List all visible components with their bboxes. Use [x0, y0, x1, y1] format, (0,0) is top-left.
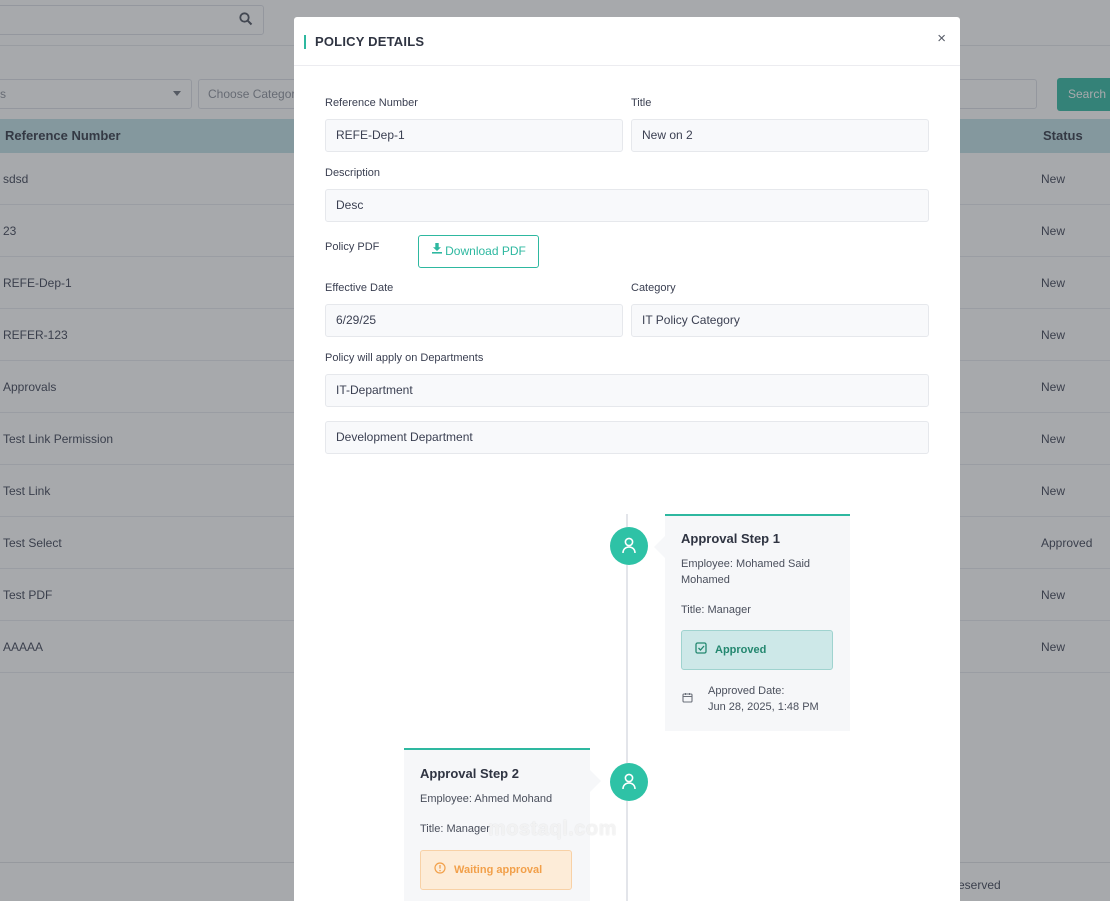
approval-step-employee: Employee: Ahmed Mohand	[420, 793, 553, 805]
title-label: Title	[631, 97, 652, 109]
departments-label: Policy will apply on Departments	[325, 352, 484, 364]
calendar-icon	[682, 690, 693, 708]
approval-step-job-title: Title: Manager	[681, 604, 751, 616]
close-icon[interactable]: ×	[937, 31, 946, 47]
approver-avatar	[610, 763, 648, 801]
check-square-icon	[695, 642, 707, 654]
card-pointer	[590, 770, 601, 792]
department-item[interactable]: Development Department	[325, 421, 929, 454]
approval-step-employee: Employee: Mohamed Said Mohamed	[681, 558, 811, 586]
effective-date-label: Effective Date	[325, 282, 394, 294]
card-pointer	[654, 536, 665, 558]
description-label: Description	[325, 167, 381, 179]
reference-number-label: Reference Number	[325, 97, 418, 109]
approval-step-card: Approval Step 1 Employee: Mohamed Said M…	[654, 514, 850, 731]
download-pdf-button[interactable]: Download PDF	[418, 235, 539, 268]
modal-title: POLICY DETAILS	[315, 34, 425, 49]
timeline-line	[626, 514, 628, 901]
user-icon	[622, 537, 636, 554]
category-field[interactable]: IT Policy Category	[631, 304, 929, 337]
approval-step-job-title: Title: Manager	[420, 823, 490, 835]
reference-number-field[interactable]: REFE-Dep-1	[325, 119, 623, 152]
description-field[interactable]: Desc	[325, 189, 929, 222]
department-item[interactable]: IT-Department	[325, 374, 929, 407]
waiting-status-label: Waiting approval	[454, 864, 543, 876]
category-label: Category	[631, 282, 676, 294]
waiting-status-badge: Waiting approval	[420, 850, 572, 890]
user-icon	[622, 773, 636, 790]
approved-status-badge: Approved	[681, 630, 833, 670]
approved-date-value: Jun 28, 2025, 1:48 PM	[708, 701, 819, 713]
approved-date-label: Approved Date:	[708, 685, 785, 697]
title-field[interactable]: New on 2	[631, 119, 929, 152]
effective-date-field[interactable]: 6/29/25	[325, 304, 623, 337]
approval-step-title: Approval Step 1	[681, 531, 780, 546]
approver-avatar	[610, 527, 648, 565]
policy-pdf-label: Policy PDF	[325, 241, 380, 253]
approved-status-label: Approved	[715, 644, 767, 656]
modal-header: POLICY DETAILS ×	[294, 17, 960, 66]
download-pdf-label: Download PDF	[445, 244, 526, 258]
watermark-logo: mostaql.com	[488, 818, 617, 840]
approval-step-title: Approval Step 2	[420, 766, 519, 781]
info-circle-icon	[434, 862, 446, 874]
download-icon	[431, 235, 443, 266]
header-accent-bar	[304, 35, 306, 49]
policy-details-modal: POLICY DETAILS × Reference Number REFE-D…	[294, 17, 960, 901]
